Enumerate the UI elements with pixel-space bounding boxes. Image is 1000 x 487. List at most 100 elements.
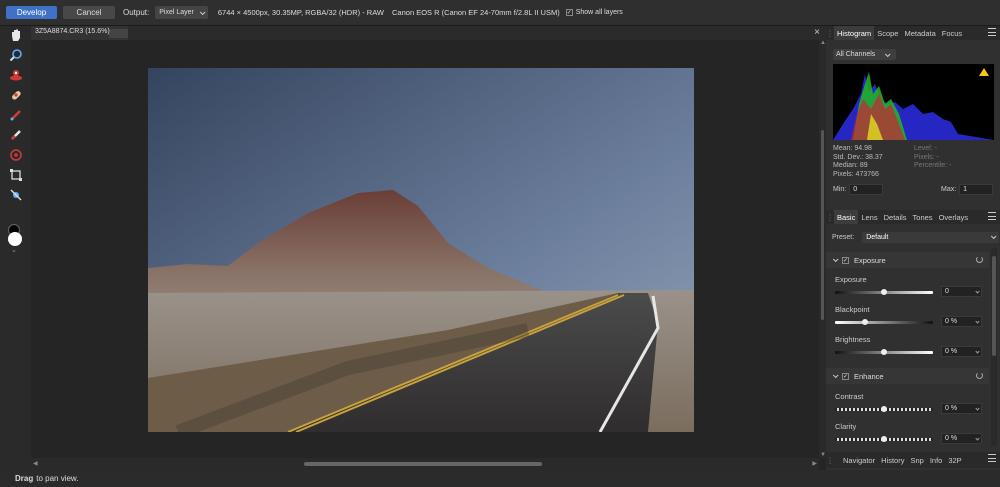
tab-scope[interactable]: Scope: [874, 29, 901, 38]
panel-grip-icon[interactable]: ⋮: [826, 213, 834, 222]
develop-panel-scrollbar[interactable]: [991, 248, 997, 446]
chevron-down-icon[interactable]: [832, 372, 839, 379]
spinner-icon[interactable]: [975, 436, 980, 441]
channel-select-value: All Channels: [836, 51, 876, 58]
horizontal-scrollbar[interactable]: ◀ ▶: [31, 458, 819, 470]
spinner-icon[interactable]: [975, 349, 980, 354]
tab-details[interactable]: Details: [881, 213, 910, 222]
close-document-icon[interactable]: ×: [814, 27, 820, 38]
clarity-slider[interactable]: [835, 436, 933, 442]
enhance-enabled-checkbox[interactable]: ✓: [842, 372, 849, 380]
scroll-left-icon[interactable]: ◀: [33, 460, 38, 467]
blackpoint-slider-knob[interactable]: [862, 319, 868, 325]
red-eye-icon[interactable]: [9, 68, 23, 82]
tab-lens[interactable]: Lens: [858, 213, 880, 222]
output-select[interactable]: Pixel Layer: [155, 6, 208, 19]
contrast-value-input[interactable]: 0 %: [941, 403, 982, 414]
clarity-label: Clarity: [835, 422, 857, 431]
output-label: Output:: [123, 8, 150, 17]
histogram-stats-cursor: Level: - Pixels: - Percentile: -: [914, 145, 951, 171]
blackpoint-value-input[interactable]: 0 %: [941, 316, 982, 327]
develop-button[interactable]: Develop: [6, 6, 57, 19]
show-all-layers-checkbox[interactable]: ✓: [565, 9, 573, 16]
cancel-button[interactable]: Cancel: [63, 6, 115, 19]
reset-icon[interactable]: [976, 372, 983, 379]
tab-32p[interactable]: 32P: [945, 456, 964, 465]
vertical-scroll-thumb[interactable]: [821, 130, 824, 320]
contrast-slider-knob[interactable]: [881, 406, 887, 412]
tab-info[interactable]: Info: [927, 456, 946, 465]
tab-tones[interactable]: Tones: [910, 213, 936, 222]
vertical-scrollbar[interactable]: ▲ ▼: [819, 40, 826, 458]
status-bar: Drag to pan view.: [0, 470, 1000, 487]
develop-panel-scroll-thumb[interactable]: [992, 256, 996, 356]
tab-snapshots[interactable]: Snp: [907, 456, 926, 465]
tab-basic[interactable]: Basic: [834, 210, 859, 224]
panel-grip-icon[interactable]: ⋮: [826, 456, 834, 465]
tab-histogram[interactable]: Histogram: [834, 26, 875, 40]
panel-menu-icon[interactable]: [988, 454, 996, 462]
target-icon[interactable]: [9, 148, 23, 162]
horizontal-scroll-thumb[interactable]: [304, 462, 542, 466]
status-hint: to pan view.: [36, 474, 79, 483]
stat-pixels: Pixels: 473766: [833, 170, 879, 178]
panel-menu-icon[interactable]: [988, 28, 996, 36]
exposure-slider[interactable]: [835, 289, 933, 295]
tab-navigator[interactable]: Navigator: [840, 456, 878, 465]
blackpoint-slider[interactable]: [835, 319, 933, 325]
chevron-down-icon[interactable]: [832, 256, 839, 263]
reset-icon[interactable]: [976, 256, 983, 263]
exposure-value-input[interactable]: 0: [941, 286, 982, 297]
status-action: Drag: [15, 474, 34, 483]
contrast-slider[interactable]: [835, 406, 933, 412]
tab-history[interactable]: History: [878, 456, 907, 465]
scroll-right-icon[interactable]: ▶: [812, 460, 817, 467]
swap-colors-icon[interactable]: ⌄: [11, 246, 17, 254]
stat-std-dev: Std. Dev.: 38.37: [833, 153, 883, 161]
document-title: 3Z5A8874.CR3 (15.6%): [35, 28, 110, 35]
stat-percentile: Percentile: -: [914, 162, 952, 169]
spinner-icon[interactable]: [975, 406, 980, 411]
brightness-slider-knob[interactable]: [881, 349, 887, 355]
tab-overlays[interactable]: Overlays: [936, 213, 972, 222]
exposure-slider-knob[interactable]: [881, 289, 887, 295]
brightness-value-input[interactable]: 0 %: [941, 346, 982, 357]
brightness-slider[interactable]: [835, 349, 933, 355]
channel-select[interactable]: All Channels: [833, 49, 896, 60]
brightness-label: Brightness: [835, 335, 871, 344]
develop-panel-tabs: ⋮ Basic Lens Details Tones Overlays: [826, 210, 1000, 224]
output-select-value: Pixel Layer: [159, 9, 194, 16]
blemish-icon[interactable]: [9, 88, 23, 102]
histogram-stats: Mean: 94.98 Std. Dev.: 38.37 Median: 89 …: [833, 145, 883, 179]
histogram-graph: [833, 64, 994, 140]
min-input[interactable]: 0: [849, 184, 884, 195]
right-panel: ⋮ Histogram Scope Metadata Focus All Cha…: [826, 26, 1000, 470]
photo-preview[interactable]: [148, 68, 694, 432]
spinner-icon[interactable]: [975, 319, 980, 324]
brush-icon[interactable]: [9, 108, 23, 122]
crop-icon[interactable]: [9, 168, 23, 182]
tab-metadata[interactable]: Metadata: [901, 29, 938, 38]
chevron-down-icon: [991, 233, 997, 240]
clarity-value-input[interactable]: 0 %: [941, 433, 982, 444]
eraser-icon[interactable]: [9, 128, 23, 142]
min-label: Min:: [833, 186, 847, 193]
color-swatch-secondary[interactable]: [8, 232, 22, 246]
enhance-section-header[interactable]: ✓ Enhance: [826, 368, 989, 384]
hand-icon[interactable]: [9, 28, 23, 42]
tab-focus[interactable]: Focus: [939, 29, 965, 38]
clarity-slider-knob[interactable]: [881, 436, 887, 442]
max-input[interactable]: 1: [959, 184, 994, 195]
panel-menu-icon[interactable]: [988, 212, 996, 220]
panel-grip-icon[interactable]: ⋮: [826, 29, 834, 38]
overlay-icon[interactable]: [9, 188, 23, 202]
document-tab-bar: 3Z5A8874.CR3 (15.6%) ×: [31, 26, 826, 40]
exposure-section-header[interactable]: ✓ Exposure: [826, 252, 989, 268]
preset-row: Preset: Default: [826, 231, 1000, 243]
spinner-icon[interactable]: [975, 289, 980, 294]
zoom-icon[interactable]: [9, 48, 23, 62]
chevron-down-icon: [199, 8, 206, 15]
exposure-enabled-checkbox[interactable]: ✓: [842, 256, 849, 264]
warning-icon: [979, 68, 989, 76]
preset-select[interactable]: Default: [862, 231, 1000, 243]
